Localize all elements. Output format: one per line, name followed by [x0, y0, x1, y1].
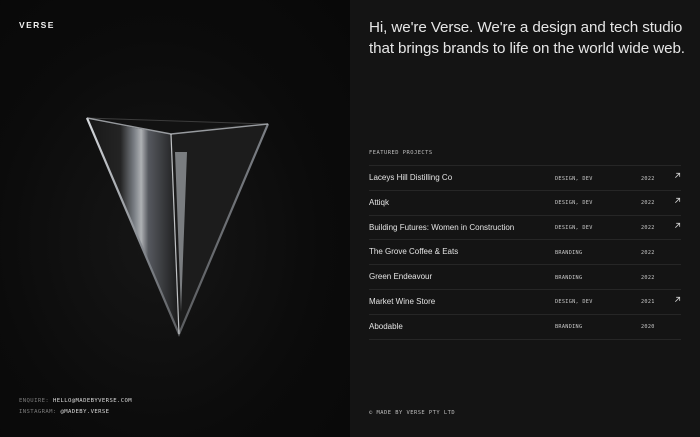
email-link[interactable]: HELLO@MADEBYVERSE.COM: [53, 398, 132, 404]
project-tags: BRANDING: [555, 324, 583, 331]
project-year: 2022: [641, 200, 655, 207]
project-year: 2021: [641, 299, 655, 306]
glass-triangle-graphic: [85, 117, 270, 337]
project-year: 2020: [641, 324, 655, 331]
instagram-label: INSTAGRAM:: [19, 409, 57, 415]
project-row[interactable]: Market Wine Store DESIGN, DEV 2021: [369, 288, 681, 314]
project-year: 2022: [641, 249, 655, 256]
arrow-up-right-icon[interactable]: [674, 197, 681, 204]
contact-email: ENQUIRE: HELLO@MADEBYVERSE.COM: [19, 398, 132, 404]
project-row[interactable]: Green Endeavour BRANDING 2022: [369, 264, 681, 289]
project-year: 2022: [641, 175, 655, 182]
project-row[interactable]: Abodable BRANDING 2020: [369, 313, 681, 340]
featured-projects-label: FEATURED PROJECTS: [369, 150, 433, 156]
project-year: 2022: [641, 225, 655, 232]
project-name: Market Wine Store: [369, 296, 436, 306]
site-logo[interactable]: VERSE: [19, 20, 55, 30]
project-tags: DESIGN, DEV: [555, 200, 593, 207]
project-row[interactable]: Laceys Hill Distilling Co DESIGN, DEV 20…: [369, 165, 681, 190]
instagram-link[interactable]: @MADEBY.VERSE: [60, 409, 109, 415]
project-row[interactable]: Building Futures: Women in Construction …: [369, 214, 681, 240]
project-name: Building Futures: Women in Construction: [369, 222, 515, 232]
project-name: The Grove Coffee & Eats: [369, 247, 459, 257]
arrow-up-right-icon[interactable]: [674, 296, 681, 303]
arrow-up-right-icon[interactable]: [674, 172, 681, 179]
project-row[interactable]: The Grove Coffee & Eats BRANDING 2022: [369, 239, 681, 264]
project-tags: DESIGN, DEV: [555, 175, 593, 182]
project-tags: DESIGN, DEV: [555, 225, 593, 232]
project-name: Laceys Hill Distilling Co: [369, 173, 453, 182]
contact-instagram: INSTAGRAM: @MADEBY.VERSE: [19, 409, 109, 415]
arrow-up-right-icon[interactable]: [674, 222, 681, 229]
project-list: Laceys Hill Distilling Co DESIGN, DEV 20…: [369, 165, 681, 340]
project-tags: DESIGN, DEV: [555, 299, 593, 306]
project-year: 2022: [641, 274, 655, 281]
project-name: Attiqk: [369, 197, 390, 207]
intro-heading: Hi, we're Verse. We're a design and tech…: [369, 19, 685, 57]
project-row[interactable]: Attiqk DESIGN, DEV 2022: [369, 189, 681, 215]
project-name: Abodable: [369, 321, 403, 331]
enquire-label: ENQUIRE:: [19, 398, 50, 404]
copyright-footer: © MADE BY VERSE PTY LTD: [369, 410, 456, 416]
project-tags: BRANDING: [555, 274, 583, 281]
hero-panel: VERSE ENQUIRE: HELLO@MADEBYVERSE.COM INS…: [0, 0, 350, 437]
project-tags: BRANDING: [555, 249, 583, 256]
project-name: Green Endeavour: [369, 272, 433, 282]
